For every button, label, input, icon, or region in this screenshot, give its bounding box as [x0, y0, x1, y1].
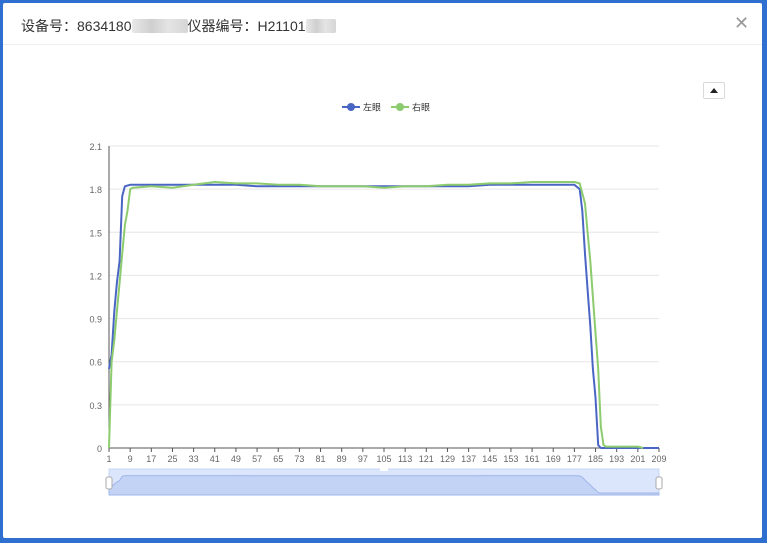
- y-tick-label: 1.2: [89, 271, 102, 281]
- x-tick-label: 89: [337, 454, 347, 464]
- chart-series: [108, 181, 659, 449]
- x-tick-label: 113: [398, 454, 412, 464]
- y-tick-label: 1.5: [89, 228, 102, 238]
- x-tick-label: 177: [567, 454, 582, 464]
- legend-label[interactable]: 右眼: [412, 102, 430, 113]
- y-tick-label: 0.3: [89, 401, 102, 411]
- x-tick-label: 153: [503, 454, 518, 464]
- x-tick-label: 97: [358, 454, 368, 464]
- legend-label[interactable]: 左眼: [363, 102, 381, 113]
- x-tick-label: 9: [128, 454, 133, 464]
- x-tick-label: 41: [210, 454, 220, 464]
- series-line-left-eye: [108, 183, 659, 449]
- x-tick-label: 25: [167, 454, 177, 464]
- zoom-handle-left[interactable]: [105, 476, 113, 490]
- x-tick-label: 17: [146, 454, 156, 464]
- series-line-right-eye: [108, 181, 644, 449]
- y-tick-label: 0.6: [89, 358, 102, 368]
- zoom-preview-area: [108, 475, 660, 496]
- x-tick-label: 49: [231, 454, 241, 464]
- legend-marker[interactable]: [396, 103, 404, 111]
- zoom-handle-right[interactable]: [655, 476, 663, 490]
- x-tick-label: 193: [609, 454, 624, 464]
- x-tick-label: 1: [106, 454, 111, 464]
- x-tick-label: 81: [316, 454, 326, 464]
- x-tick-label: 185: [588, 454, 603, 464]
- y-tick-label: 0: [97, 444, 102, 454]
- x-tick-label: 105: [376, 454, 391, 464]
- x-tick-label: 33: [189, 454, 199, 464]
- x-tick-label: 65: [273, 454, 283, 464]
- x-tick-label: 201: [630, 454, 645, 464]
- x-tick-label: 57: [252, 454, 262, 464]
- y-tick-label: 1.8: [89, 185, 102, 195]
- chart-legend: 左眼 右眼: [342, 102, 430, 113]
- x-tick-label: 169: [546, 454, 561, 464]
- x-tick-label: 73: [294, 454, 304, 464]
- x-tick-label: 209: [651, 454, 666, 464]
- data-zoom-slider[interactable]: [105, 467, 663, 496]
- x-tick-label: 121: [419, 454, 434, 464]
- x-tick-label: 137: [461, 454, 476, 464]
- zoom-grip[interactable]: [380, 467, 388, 471]
- legend-marker[interactable]: [347, 103, 355, 111]
- eye-chart: 左眼 右眼 0 0.3 0.6 0.9 1.2 1.5 1.8 2.1 1 9 17 25 33 41 49 5…: [89, 102, 667, 496]
- x-tick-label: 161: [525, 454, 540, 464]
- y-tick-label: 0.9: [89, 315, 102, 325]
- x-tick-label: 129: [440, 454, 455, 464]
- x-tick-label: 145: [482, 454, 497, 464]
- y-tick-label: 2.1: [89, 142, 102, 152]
